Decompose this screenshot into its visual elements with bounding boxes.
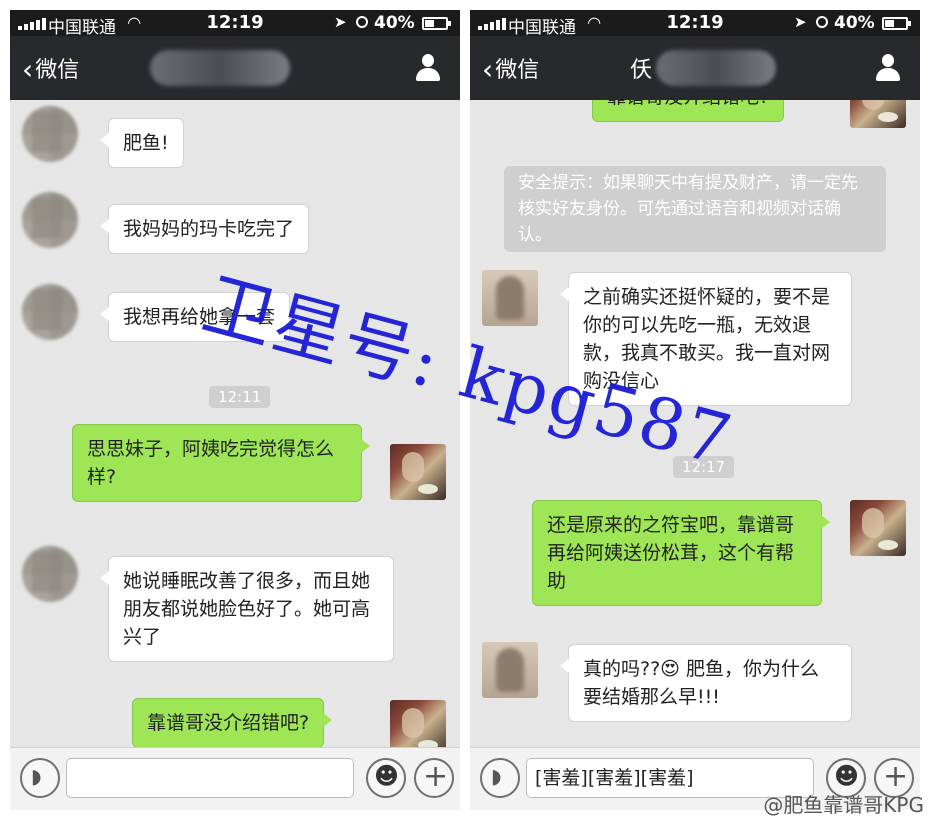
- message-bubble-outgoing: 靠谱哥没介绍错吧?: [132, 698, 333, 748]
- user-avatar[interactable]: [850, 500, 906, 556]
- blurred-contact-name: [656, 50, 776, 86]
- contact-avatar[interactable]: [482, 270, 538, 326]
- nav-bar: ‹微信 仸: [470, 36, 920, 100]
- emoji-button[interactable]: ☻: [366, 758, 406, 798]
- back-label: 微信: [495, 58, 540, 83]
- more-button[interactable]: +: [874, 758, 914, 798]
- message-bubble-incoming: 我妈妈的玛卡吃完了: [99, 204, 310, 254]
- contact-name-title: 仸: [630, 58, 653, 83]
- message-timestamp: 12:11: [209, 386, 271, 408]
- location-arrow-icon: ➤: [334, 13, 347, 31]
- more-button[interactable]: +: [414, 758, 454, 798]
- security-notice: 安全提示：如果聊天中有提及财产，请一定先核实好友身份。可先通过语音和视频对话确认…: [504, 166, 886, 252]
- user-avatar[interactable]: [390, 700, 446, 748]
- back-button[interactable]: ‹微信: [22, 52, 79, 84]
- message-input[interactable]: [害羞][害羞][害羞]: [526, 758, 814, 798]
- alarm-icon: [816, 16, 828, 28]
- chat-screen-left: 中国联通 ◠ 12:19 ➤ 40% ‹微信 肥鱼! 我妈妈的玛卡吃完了 我想再…: [10, 10, 460, 810]
- battery-percent: 40%: [834, 13, 875, 33]
- battery-icon: [882, 17, 911, 30]
- message-bubble-incoming: 真的吗??😍 肥鱼，你为什么要结婚那么早!!!: [560, 644, 852, 722]
- contact-avatar[interactable]: [22, 546, 78, 602]
- message-input[interactable]: [66, 758, 354, 798]
- message-bubble-outgoing: 思思妹子，阿姨吃完觉得怎么样?: [72, 424, 370, 502]
- chevron-left-icon: ‹: [22, 53, 34, 86]
- emoji-button[interactable]: ☻: [826, 758, 866, 798]
- input-bar: ◗ [害羞][害羞][害羞] ☻ +: [470, 747, 920, 810]
- voice-icon: ◗: [491, 764, 502, 788]
- chevron-left-icon: ‹: [482, 53, 494, 86]
- contact-avatar[interactable]: [22, 192, 78, 248]
- contact-profile-icon[interactable]: [874, 54, 902, 82]
- alarm-icon: [356, 16, 368, 28]
- message-timestamp: 12:17: [673, 456, 735, 478]
- back-button[interactable]: ‹微信: [482, 52, 539, 84]
- message-bubble-outgoing: 靠谱哥没介绍错吧?: [592, 100, 793, 122]
- voice-input-button[interactable]: ◗: [20, 758, 60, 798]
- message-bubble-outgoing: 还是原来的之符宝吧，靠谱哥再给阿姨送份松茸，这个有帮助: [532, 500, 830, 606]
- plus-icon: +: [423, 759, 449, 794]
- blurred-contact-name: [150, 50, 290, 86]
- message-bubble-incoming: 她说睡眠改善了很多，而且她朋友都说她脸色好了。她可高兴了: [100, 556, 394, 662]
- message-bubble-incoming: 肥鱼!: [100, 118, 184, 168]
- status-bar: 中国联通 ◠ 12:19 ➤ 40%: [470, 10, 920, 38]
- user-avatar[interactable]: [390, 444, 446, 500]
- location-arrow-icon: ➤: [794, 13, 807, 31]
- contact-avatar[interactable]: [22, 284, 78, 340]
- smiley-icon: ☻: [834, 762, 860, 790]
- smiley-icon: ☻: [374, 762, 400, 790]
- voice-input-button[interactable]: ◗: [480, 758, 520, 798]
- message-list: 靠谱哥没介绍错吧? 安全提示：如果聊天中有提及财产，请一定先核实好友身份。可先通…: [470, 100, 920, 748]
- plus-icon: +: [883, 759, 909, 794]
- message-bubble-incoming: 我想再给她拿一套: [99, 292, 291, 342]
- chat-screen-right: 中国联通 ◠ 12:19 ➤ 40% ‹微信 仸 靠谱哥没介绍错吧? 安全提示：…: [470, 10, 920, 810]
- battery-icon: [422, 17, 451, 30]
- battery-percent: 40%: [374, 13, 415, 33]
- message-bubble-incoming: 之前确实还挺怀疑的，要不是你的可以先吃一瓶，无效退款，我真不敢买。我一直对网购没…: [560, 272, 852, 406]
- status-bar: 中国联通 ◠ 12:19 ➤ 40%: [10, 10, 460, 38]
- nav-bar: ‹微信: [10, 36, 460, 100]
- message-list: 肥鱼! 我妈妈的玛卡吃完了 我想再给她拿一套 12:11 思思妹子，阿姨吃完觉得…: [10, 100, 460, 748]
- user-avatar[interactable]: [850, 100, 906, 128]
- input-bar: ◗ ☻ +: [10, 747, 460, 810]
- back-label: 微信: [35, 58, 80, 83]
- contact-avatar[interactable]: [482, 642, 538, 698]
- contact-profile-icon[interactable]: [414, 54, 442, 82]
- voice-icon: ◗: [31, 764, 42, 788]
- contact-avatar[interactable]: [22, 106, 78, 162]
